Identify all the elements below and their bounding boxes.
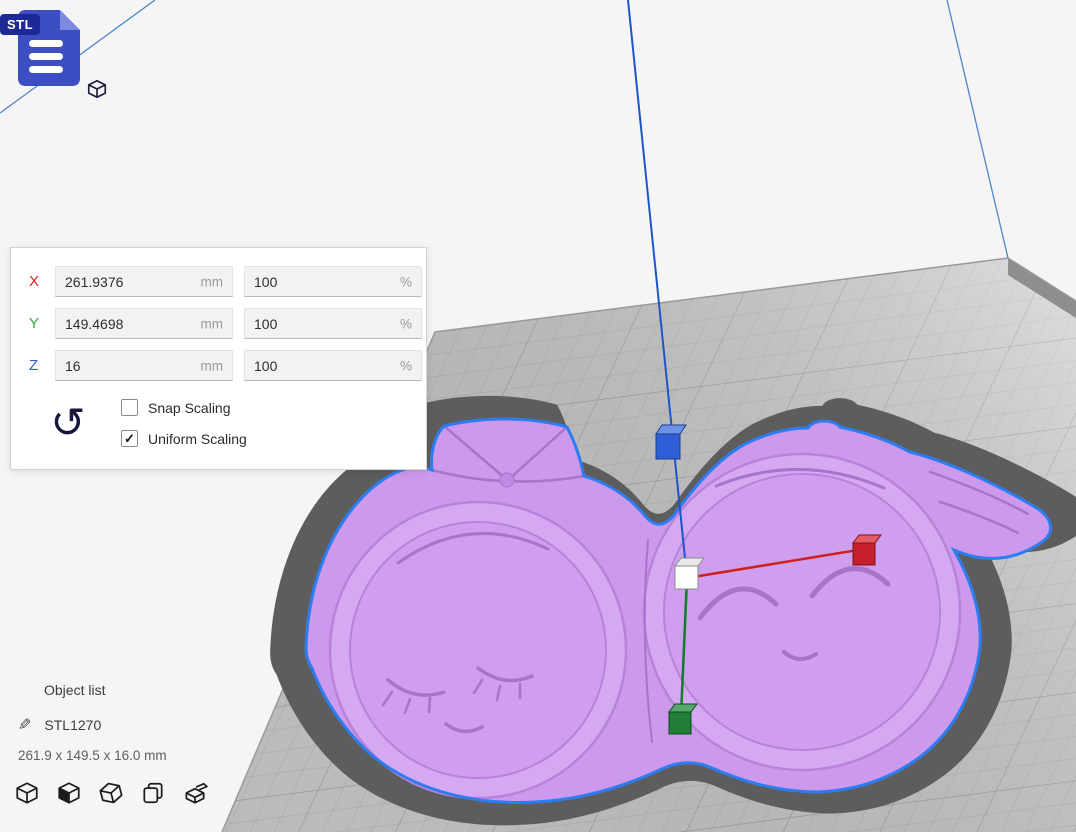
reset-scale-button[interactable]: ↺: [37, 403, 99, 443]
uniform-scaling-option: ✓ Uniform Scaling: [121, 430, 247, 447]
open-box-icon: [182, 780, 208, 806]
check-icon: ✓: [124, 432, 135, 445]
stl-badge: STL: [0, 14, 40, 35]
reset-icon: ↺: [50, 399, 85, 446]
snap-scaling-option: Snap Scaling: [121, 399, 247, 416]
cube-solid-face-button[interactable]: [54, 778, 84, 808]
cube-wireframe-button[interactable]: [12, 778, 42, 808]
axis-x-label: X: [29, 273, 44, 290]
scale-x-percent-field: %: [244, 266, 422, 297]
snap-scaling-checkbox[interactable]: [121, 399, 138, 416]
scaling-options: Snap Scaling ✓ Uniform Scaling: [121, 399, 247, 447]
scale-tool-panel: X mm % Y mm % Z mm % ↺: [10, 247, 427, 470]
object-toolbar: [12, 778, 270, 808]
uniform-scaling-checkbox[interactable]: ✓: [121, 430, 138, 447]
build-volume-lines: [0, 0, 1008, 258]
scale-z-percent-field: %: [244, 350, 422, 381]
object-list-panel: Object list ✎ STL1270 261.9 x 149.5 x 16…: [0, 676, 270, 808]
cube-wireframe-icon: [14, 780, 40, 806]
axis-z-label: Z: [29, 357, 44, 374]
scale-x-mm-input[interactable]: [56, 267, 232, 296]
scale-z-mm-input[interactable]: [56, 351, 232, 380]
scale-z-mm-field: mm: [55, 350, 233, 381]
scale-y-percent-field: %: [244, 308, 422, 339]
object-dimensions: 261.9 x 149.5 x 16.0 mm: [18, 748, 270, 763]
stl-file-icon[interactable]: STL: [0, 2, 112, 104]
scale-y-percent-input[interactable]: [245, 309, 421, 338]
scale-x-percent-input[interactable]: [245, 267, 421, 296]
scale-y-mm-input[interactable]: [56, 309, 232, 338]
edit-name-icon: ✎: [18, 715, 31, 735]
scale-x-mm-field: mm: [55, 266, 233, 297]
scale-y-mm-field: mm: [55, 308, 233, 339]
scale-row-y: Y mm %: [29, 308, 426, 339]
scale-z-percent-input[interactable]: [245, 351, 421, 380]
left-cavity: [350, 522, 606, 778]
copy-stack-button[interactable]: [138, 778, 168, 808]
cube-solid-face-icon: [56, 780, 82, 806]
open-box-button[interactable]: [180, 778, 210, 808]
scale-row-z: Z mm %: [29, 350, 426, 381]
snap-scaling-label: Snap Scaling: [148, 400, 231, 416]
mini-cube-icon: [86, 78, 108, 100]
object-list-header[interactable]: Object list: [44, 682, 270, 698]
cube-rotated-icon: [98, 780, 124, 806]
cube-rotated-button[interactable]: [96, 778, 126, 808]
uniform-scaling-label: Uniform Scaling: [148, 431, 247, 447]
copy-stack-icon: [140, 780, 166, 806]
scale-panel-footer: ↺ Snap Scaling ✓ Uniform Scaling: [11, 399, 426, 447]
axis-y-label: Y: [29, 315, 44, 332]
scale-row-x: X mm %: [29, 266, 426, 297]
object-name: STL1270: [44, 717, 101, 733]
object-name-row[interactable]: ✎ STL1270: [18, 715, 270, 735]
